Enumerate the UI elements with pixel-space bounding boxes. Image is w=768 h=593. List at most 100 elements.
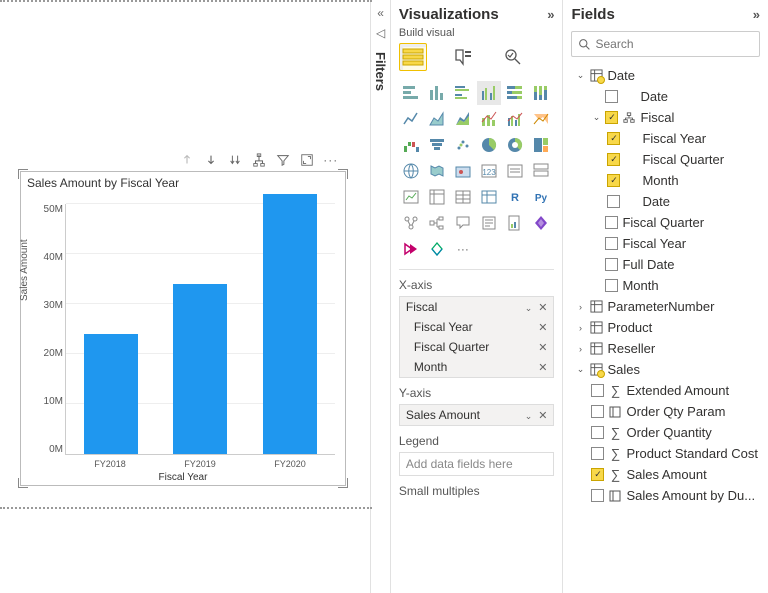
remove-field-icon[interactable]: ✕: [538, 341, 547, 354]
bar-fy2019[interactable]: [173, 284, 227, 454]
clustered-bar-icon[interactable]: [451, 81, 475, 105]
checkbox[interactable]: [605, 279, 618, 292]
gauge-icon[interactable]: 123: [477, 159, 501, 183]
remove-field-icon[interactable]: ✕: [538, 321, 547, 334]
pie-icon[interactable]: [477, 133, 501, 157]
resize-handle[interactable]: [338, 169, 348, 179]
checkbox[interactable]: [607, 153, 620, 166]
table-icon[interactable]: [451, 185, 475, 209]
bar-fy2020[interactable]: [263, 194, 317, 454]
field-sales-amount[interactable]: ∑Sales Amount: [571, 464, 760, 485]
checkbox[interactable]: [591, 468, 604, 481]
slicer-icon[interactable]: [425, 185, 449, 209]
checkbox[interactable]: [605, 216, 618, 229]
filled-map-icon[interactable]: [425, 159, 449, 183]
field-order-quantity[interactable]: ∑Order Quantity: [571, 422, 760, 443]
stacked-area-icon[interactable]: [451, 107, 475, 131]
kpi-icon[interactable]: [399, 185, 423, 209]
line-chart-icon[interactable]: [399, 107, 423, 131]
python-visual-icon[interactable]: Py: [529, 185, 553, 209]
remove-field-icon[interactable]: ✕: [538, 410, 547, 422]
stacked-column-100-icon[interactable]: [529, 81, 553, 105]
field-extended-amount[interactable]: ∑Extended Amount: [571, 380, 760, 401]
field-month-2[interactable]: Month: [571, 275, 760, 296]
get-more-visuals-icon[interactable]: [425, 237, 449, 261]
bar-fy2018[interactable]: [84, 334, 138, 454]
filter-triangle-icon[interactable]: ◁: [376, 26, 385, 40]
field-fiscal-quarter-2[interactable]: Fiscal Quarter: [571, 212, 760, 233]
funnel-icon[interactable]: [425, 133, 449, 157]
format-visual-tab[interactable]: [449, 43, 477, 71]
area-chart-icon[interactable]: [425, 107, 449, 131]
resize-handle[interactable]: [18, 169, 28, 179]
checkbox[interactable]: [605, 90, 618, 103]
expand-filters-icon[interactable]: «: [377, 6, 384, 20]
checkbox[interactable]: [591, 489, 604, 502]
yaxis-well[interactable]: Sales Amount⌄✕: [399, 404, 555, 426]
build-visual-tab[interactable]: [399, 43, 427, 71]
search-input[interactable]: [595, 37, 753, 51]
ribbon-chart-icon[interactable]: [529, 107, 553, 131]
hierarchy-icon[interactable]: [251, 152, 266, 167]
table-parameter-number[interactable]: ›ParameterNumber: [571, 296, 760, 317]
stacked-column-icon[interactable]: [425, 81, 449, 105]
collapse-pane-icon[interactable]: »: [547, 7, 554, 22]
key-influencers-icon[interactable]: [399, 211, 423, 235]
multi-row-card-icon[interactable]: [529, 159, 553, 183]
filter-icon[interactable]: [275, 152, 290, 167]
chevron-down-icon[interactable]: ⌄: [525, 411, 533, 421]
expand-all-icon[interactable]: [227, 152, 242, 167]
table-reseller[interactable]: ›Reseller: [571, 338, 760, 359]
stacked-bar-100-icon[interactable]: [503, 81, 527, 105]
stacked-bar-icon[interactable]: [399, 81, 423, 105]
line-clustered-column-icon[interactable]: [503, 107, 527, 131]
scatter-icon[interactable]: [451, 133, 475, 157]
remove-field-icon[interactable]: ✕: [538, 302, 547, 314]
field-fiscal-year-2[interactable]: Fiscal Year: [571, 233, 760, 254]
treemap-icon[interactable]: [529, 133, 553, 157]
field-fiscal-quarter[interactable]: Fiscal Quarter: [571, 149, 760, 170]
analytics-tab[interactable]: [499, 43, 527, 71]
r-visual-icon[interactable]: R: [503, 185, 527, 209]
focus-mode-icon[interactable]: [299, 152, 314, 167]
qa-visual-icon[interactable]: [451, 211, 475, 235]
table-product[interactable]: ›Product: [571, 317, 760, 338]
chevron-down-icon[interactable]: ⌄: [525, 303, 533, 313]
export-up-icon[interactable]: [179, 152, 194, 167]
table-date[interactable]: ⌄Date: [571, 65, 760, 86]
donut-icon[interactable]: [503, 133, 527, 157]
field-full-date[interactable]: Full Date: [571, 254, 760, 275]
xaxis-well[interactable]: Fiscal⌄✕ Fiscal Year✕ Fiscal Quarter✕ Mo…: [399, 296, 555, 378]
checkbox[interactable]: [591, 405, 604, 418]
more-options-icon[interactable]: ···: [323, 152, 338, 167]
checkbox[interactable]: [605, 111, 618, 124]
card-icon[interactable]: [503, 159, 527, 183]
remove-field-icon[interactable]: ✕: [538, 361, 547, 374]
azure-map-icon[interactable]: [451, 159, 475, 183]
clustered-column-icon[interactable]: [477, 81, 501, 105]
field-fiscal-year[interactable]: Fiscal Year: [571, 128, 760, 149]
collapse-pane-icon[interactable]: »: [753, 7, 760, 22]
power-automate-icon[interactable]: [399, 237, 423, 261]
checkbox[interactable]: [591, 447, 604, 460]
decomposition-tree-icon[interactable]: [425, 211, 449, 235]
power-apps-icon[interactable]: [529, 211, 553, 235]
field-sales-amount-by-due[interactable]: Sales Amount by Du...: [571, 485, 760, 506]
report-canvas[interactable]: ··· Sales Amount by Fiscal Year Sales Am…: [0, 0, 370, 593]
checkbox[interactable]: [607, 195, 620, 208]
checkbox[interactable]: [607, 174, 620, 187]
filters-collapsed-rail[interactable]: « ◁ Filters: [370, 0, 390, 593]
checkbox[interactable]: [605, 258, 618, 271]
fields-search[interactable]: [571, 31, 760, 57]
legend-well[interactable]: Add data fields here: [399, 452, 555, 476]
checkbox[interactable]: [591, 426, 604, 439]
smart-narrative-icon[interactable]: [477, 211, 501, 235]
matrix-icon[interactable]: [477, 185, 501, 209]
field-date-date[interactable]: Date: [571, 86, 760, 107]
more-visuals-icon[interactable]: ···: [451, 237, 475, 261]
waterfall-icon[interactable]: [399, 133, 423, 157]
checkbox[interactable]: [605, 237, 618, 250]
drill-down-icon[interactable]: [203, 152, 218, 167]
hierarchy-fiscal[interactable]: ⌄Fiscal: [571, 107, 760, 128]
checkbox[interactable]: [607, 132, 620, 145]
